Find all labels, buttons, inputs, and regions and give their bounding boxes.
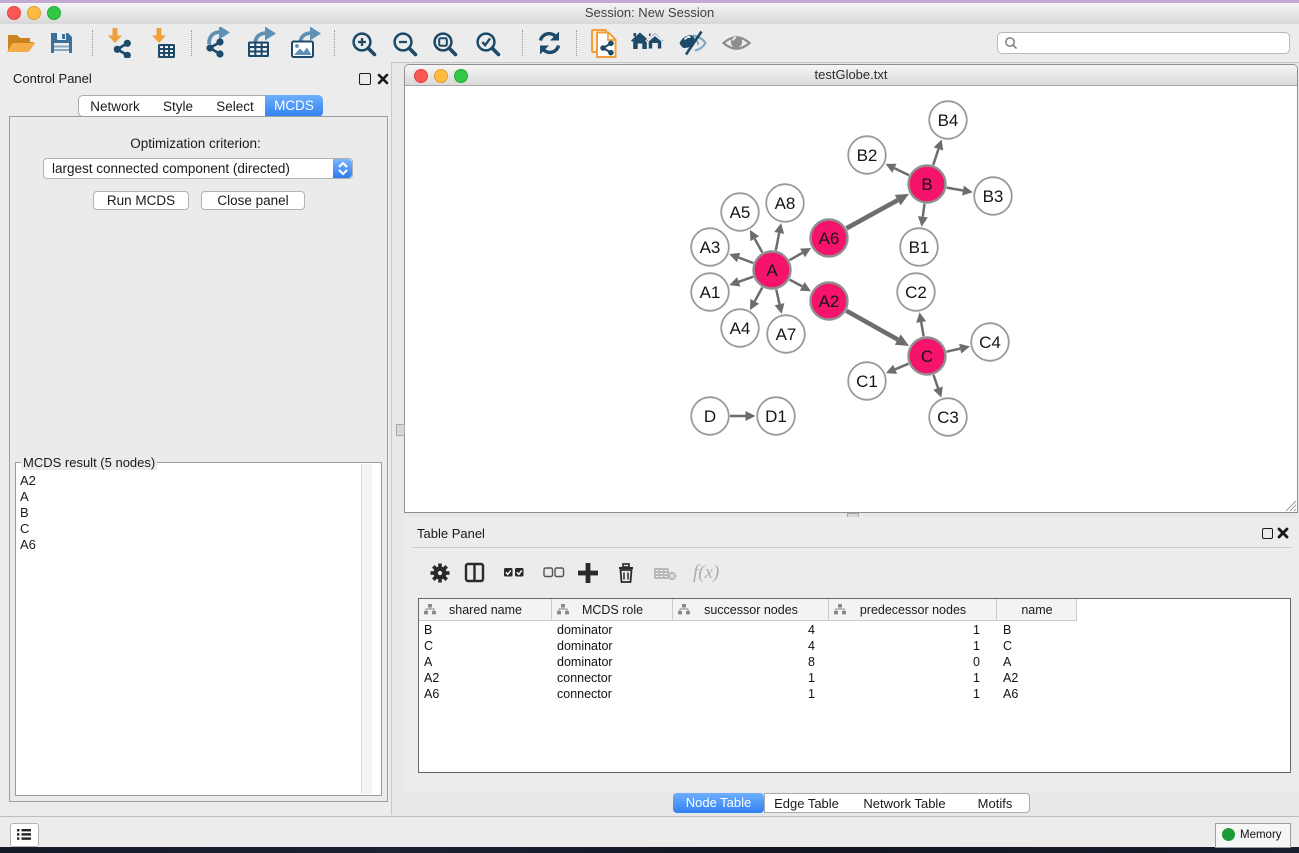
svg-text:A1: A1: [700, 283, 721, 302]
svg-text:C: C: [921, 347, 933, 366]
svg-text:D: D: [704, 407, 716, 426]
svg-text:B: B: [921, 175, 932, 194]
svg-text:B2: B2: [857, 146, 878, 165]
svg-text:C2: C2: [905, 283, 927, 302]
svg-text:C1: C1: [856, 372, 878, 391]
svg-text:B3: B3: [983, 187, 1004, 206]
svg-text:A5: A5: [730, 203, 751, 222]
svg-text:C4: C4: [979, 333, 1001, 352]
svg-text:D1: D1: [765, 407, 787, 426]
svg-text:A8: A8: [775, 194, 796, 213]
svg-text:A4: A4: [730, 319, 751, 338]
svg-text:B1: B1: [909, 238, 930, 257]
svg-text:A: A: [766, 261, 778, 280]
svg-text:A6: A6: [819, 229, 840, 248]
svg-text:A7: A7: [776, 325, 797, 344]
svg-text:C3: C3: [937, 408, 959, 427]
svg-text:A3: A3: [700, 238, 721, 257]
svg-text:A2: A2: [819, 292, 840, 311]
svg-text:B4: B4: [938, 111, 959, 130]
